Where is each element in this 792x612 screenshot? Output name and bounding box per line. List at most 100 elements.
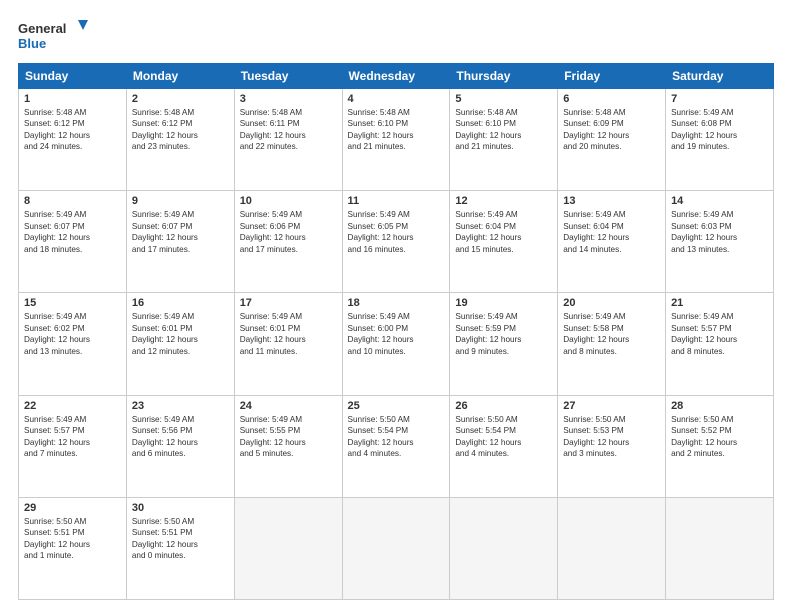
calendar-cell: 26 Sunrise: 5:50 AM Sunset: 5:54 PM Dayli… bbox=[450, 395, 558, 497]
cell-details: Sunrise: 5:50 AM Sunset: 5:52 PM Dayligh… bbox=[671, 414, 768, 460]
day-number: 1 bbox=[24, 93, 121, 105]
day-number: 21 bbox=[671, 297, 768, 309]
calendar-cell bbox=[234, 497, 342, 599]
logo: General Blue bbox=[18, 18, 88, 53]
calendar-cell: 5 Sunrise: 5:48 AM Sunset: 6:10 PM Daylig… bbox=[450, 89, 558, 191]
calendar-header-row: SundayMondayTuesdayWednesdayThursdayFrid… bbox=[19, 64, 774, 89]
cell-details: Sunrise: 5:49 AM Sunset: 5:55 PM Dayligh… bbox=[240, 414, 337, 460]
general-blue-logo: General Blue bbox=[18, 18, 88, 53]
day-number: 25 bbox=[348, 400, 445, 412]
calendar-cell: 6 Sunrise: 5:48 AM Sunset: 6:09 PM Daylig… bbox=[558, 89, 666, 191]
cell-details: Sunrise: 5:49 AM Sunset: 6:01 PM Dayligh… bbox=[240, 311, 337, 357]
calendar-cell: 30 Sunrise: 5:50 AM Sunset: 5:51 PM Dayli… bbox=[126, 497, 234, 599]
day-number: 17 bbox=[240, 297, 337, 309]
day-number: 22 bbox=[24, 400, 121, 412]
day-header-thursday: Thursday bbox=[450, 64, 558, 89]
week-row-2: 8 Sunrise: 5:49 AM Sunset: 6:07 PM Daylig… bbox=[19, 191, 774, 293]
cell-details: Sunrise: 5:48 AM Sunset: 6:10 PM Dayligh… bbox=[455, 107, 552, 153]
calendar-cell bbox=[666, 497, 774, 599]
day-number: 9 bbox=[132, 195, 229, 207]
day-number: 11 bbox=[348, 195, 445, 207]
cell-details: Sunrise: 5:49 AM Sunset: 6:06 PM Dayligh… bbox=[240, 209, 337, 255]
cell-details: Sunrise: 5:50 AM Sunset: 5:54 PM Dayligh… bbox=[455, 414, 552, 460]
day-header-wednesday: Wednesday bbox=[342, 64, 450, 89]
calendar-cell bbox=[450, 497, 558, 599]
calendar-cell: 10Sunrise: 5:49 AM Sunset: 6:06 PM Dayli… bbox=[234, 191, 342, 293]
cell-details: Sunrise: 5:49 AM Sunset: 6:07 PM Dayligh… bbox=[132, 209, 229, 255]
day-number: 28 bbox=[671, 400, 768, 412]
header: General Blue bbox=[18, 18, 774, 53]
cell-details: Sunrise: 5:48 AM Sunset: 6:10 PM Dayligh… bbox=[348, 107, 445, 153]
day-number: 18 bbox=[348, 297, 445, 309]
day-number: 3 bbox=[240, 93, 337, 105]
cell-details: Sunrise: 5:49 AM Sunset: 6:08 PM Dayligh… bbox=[671, 107, 768, 153]
calendar-cell: 3 Sunrise: 5:48 AM Sunset: 6:11 PM Daylig… bbox=[234, 89, 342, 191]
day-number: 6 bbox=[563, 93, 660, 105]
cell-details: Sunrise: 5:48 AM Sunset: 6:09 PM Dayligh… bbox=[563, 107, 660, 153]
cell-details: Sunrise: 5:50 AM Sunset: 5:51 PM Dayligh… bbox=[24, 516, 121, 562]
calendar-cell: 4 Sunrise: 5:48 AM Sunset: 6:10 PM Daylig… bbox=[342, 89, 450, 191]
calendar-body: 1 Sunrise: 5:48 AM Sunset: 6:12 PM Daylig… bbox=[19, 89, 774, 600]
calendar-table: SundayMondayTuesdayWednesdayThursdayFrid… bbox=[18, 63, 774, 600]
day-number: 7 bbox=[671, 93, 768, 105]
day-number: 5 bbox=[455, 93, 552, 105]
day-number: 8 bbox=[24, 195, 121, 207]
calendar-cell: 19 Sunrise: 5:49 AM Sunset: 5:59 PM Dayli… bbox=[450, 293, 558, 395]
calendar-cell: 17 Sunrise: 5:49 AM Sunset: 6:01 PM Dayli… bbox=[234, 293, 342, 395]
day-number: 29 bbox=[24, 502, 121, 514]
calendar-cell: 16Sunrise: 5:49 AM Sunset: 6:01 PM Dayli… bbox=[126, 293, 234, 395]
cell-details: Sunrise: 5:49 AM Sunset: 6:07 PM Dayligh… bbox=[24, 209, 121, 255]
calendar-cell: 2 Sunrise: 5:48 AM Sunset: 6:12 PM Daylig… bbox=[126, 89, 234, 191]
day-number: 27 bbox=[563, 400, 660, 412]
calendar-cell bbox=[558, 497, 666, 599]
day-number: 15 bbox=[24, 297, 121, 309]
calendar-cell: 1Sunrise: 5:48 AM Sunset: 6:12 PM Daylig… bbox=[19, 89, 127, 191]
day-number: 13 bbox=[563, 195, 660, 207]
calendar-cell: 14Sunrise: 5:49 AM Sunset: 6:03 PM Dayli… bbox=[666, 191, 774, 293]
day-header-sunday: Sunday bbox=[19, 64, 127, 89]
day-header-saturday: Saturday bbox=[666, 64, 774, 89]
day-number: 26 bbox=[455, 400, 552, 412]
day-header-monday: Monday bbox=[126, 64, 234, 89]
calendar-cell: 29 Sunrise: 5:50 AM Sunset: 5:51 PM Dayli… bbox=[19, 497, 127, 599]
calendar-cell: 12 Sunrise: 5:49 AM Sunset: 6:04 PM Dayli… bbox=[450, 191, 558, 293]
cell-details: Sunrise: 5:50 AM Sunset: 5:51 PM Dayligh… bbox=[132, 516, 229, 562]
day-header-friday: Friday bbox=[558, 64, 666, 89]
cell-details: Sunrise: 5:49 AM Sunset: 6:05 PM Dayligh… bbox=[348, 209, 445, 255]
calendar-cell: 9 Sunrise: 5:49 AM Sunset: 6:07 PM Daylig… bbox=[126, 191, 234, 293]
cell-details: Sunrise: 5:49 AM Sunset: 5:59 PM Dayligh… bbox=[455, 311, 552, 357]
cell-details: Sunrise: 5:50 AM Sunset: 5:53 PM Dayligh… bbox=[563, 414, 660, 460]
calendar-cell: 13Sunrise: 5:49 AM Sunset: 6:04 PM Dayli… bbox=[558, 191, 666, 293]
week-row-4: 22Sunrise: 5:49 AM Sunset: 5:57 PM Dayli… bbox=[19, 395, 774, 497]
calendar-cell: 24 Sunrise: 5:49 AM Sunset: 5:55 PM Dayli… bbox=[234, 395, 342, 497]
day-number: 2 bbox=[132, 93, 229, 105]
day-number: 12 bbox=[455, 195, 552, 207]
cell-details: Sunrise: 5:48 AM Sunset: 6:11 PM Dayligh… bbox=[240, 107, 337, 153]
calendar-cell: 21 Sunrise: 5:49 AM Sunset: 5:57 PM Dayli… bbox=[666, 293, 774, 395]
week-row-1: 1 Sunrise: 5:48 AM Sunset: 6:12 PM Daylig… bbox=[19, 89, 774, 191]
day-number: 30 bbox=[132, 502, 229, 514]
calendar-cell bbox=[342, 497, 450, 599]
day-number: 4 bbox=[348, 93, 445, 105]
cell-details: Sunrise: 5:49 AM Sunset: 6:02 PM Dayligh… bbox=[24, 311, 121, 357]
day-number: 14 bbox=[671, 195, 768, 207]
day-number: 24 bbox=[240, 400, 337, 412]
cell-details: Sunrise: 5:49 AM Sunset: 5:58 PM Dayligh… bbox=[563, 311, 660, 357]
cell-details: Sunrise: 5:48 AM Sunset: 6:12 PM Dayligh… bbox=[132, 107, 229, 153]
week-row-5: 29 Sunrise: 5:50 AM Sunset: 5:51 PM Dayli… bbox=[19, 497, 774, 599]
cell-details: Sunrise: 5:49 AM Sunset: 5:57 PM Dayligh… bbox=[671, 311, 768, 357]
calendar-cell: 23 Sunrise: 5:49 AM Sunset: 5:56 PM Dayli… bbox=[126, 395, 234, 497]
week-row-3: 15 Sunrise: 5:49 AM Sunset: 6:02 PM Dayli… bbox=[19, 293, 774, 395]
page: General Blue SundayMondayTuesdayWednesda… bbox=[0, 0, 792, 612]
day-number: 23 bbox=[132, 400, 229, 412]
cell-details: Sunrise: 5:49 AM Sunset: 6:00 PM Dayligh… bbox=[348, 311, 445, 357]
cell-details: Sunrise: 5:49 AM Sunset: 6:04 PM Dayligh… bbox=[455, 209, 552, 255]
day-number: 20 bbox=[563, 297, 660, 309]
calendar-cell: 8 Sunrise: 5:49 AM Sunset: 6:07 PM Daylig… bbox=[19, 191, 127, 293]
cell-details: Sunrise: 5:49 AM Sunset: 5:56 PM Dayligh… bbox=[132, 414, 229, 460]
calendar-cell: 7 Sunrise: 5:49 AM Sunset: 6:08 PM Daylig… bbox=[666, 89, 774, 191]
calendar-cell: 28 Sunrise: 5:50 AM Sunset: 5:52 PM Dayli… bbox=[666, 395, 774, 497]
day-number: 19 bbox=[455, 297, 552, 309]
cell-details: Sunrise: 5:49 AM Sunset: 6:01 PM Dayligh… bbox=[132, 311, 229, 357]
calendar-cell: 11 Sunrise: 5:49 AM Sunset: 6:05 PM Dayli… bbox=[342, 191, 450, 293]
